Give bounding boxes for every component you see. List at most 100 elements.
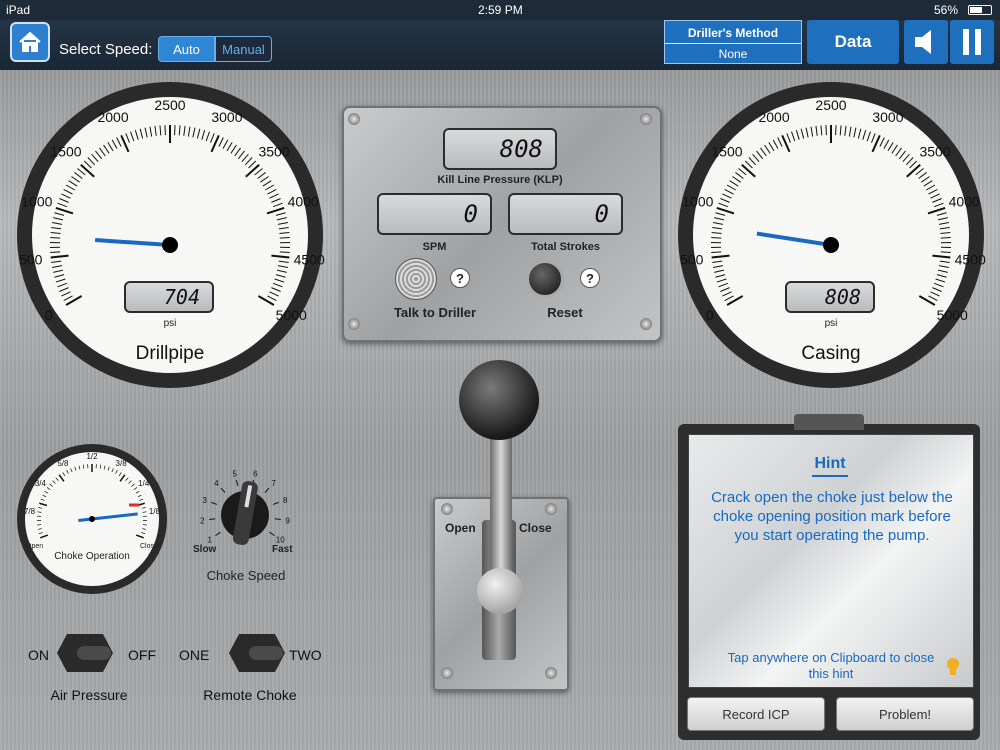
air-pressure-toggle[interactable] <box>55 632 115 674</box>
gauge-tick-label: 2500 <box>154 97 185 113</box>
casing-readout: 808 <box>785 281 875 313</box>
hint-footer: Tap anywhere on Clipboard to close this … <box>727 650 935 681</box>
remote-choke-toggle[interactable] <box>227 632 287 674</box>
choke-tick-label: 1/2 <box>86 452 98 461</box>
gauge-tick-label: 500 <box>19 252 43 268</box>
method-title: Driller's Method <box>665 23 801 44</box>
gauge-tick-label: 3500 <box>258 143 289 159</box>
remote-choke-title: Remote Choke <box>203 687 297 703</box>
speed-tick <box>209 518 216 521</box>
gauge-tick-label: 4500 <box>955 252 986 268</box>
drillpipe-readout: 704 <box>124 281 214 313</box>
gauge-tick-label: 3000 <box>872 109 903 125</box>
gauge-tick-label: 1000 <box>682 194 713 210</box>
spm-label: SPM <box>422 241 447 253</box>
talk-help-button[interactable]: ? <box>450 268 470 288</box>
gauge-tick <box>279 236 290 239</box>
hint-message: Crack open the choke just below the chok… <box>711 489 953 544</box>
strokes-readout: 0 <box>508 193 623 235</box>
choke-tick-label: 5/8 <box>57 459 69 468</box>
reset-button[interactable] <box>526 260 564 298</box>
speed-tick-label: 7 <box>271 479 276 488</box>
gauge-tick <box>711 236 722 239</box>
reset-help-button[interactable]: ? <box>580 268 600 288</box>
screw-icon <box>640 113 652 125</box>
gauge-tick <box>279 251 290 254</box>
klp-label: Kill Line Pressure (KLP) <box>437 174 563 186</box>
device-name: iPad <box>6 3 31 17</box>
remote-two-label: TWO <box>289 647 322 663</box>
screw-icon <box>348 318 360 330</box>
gauge-tick-label: 3000 <box>211 109 242 125</box>
lever-handle[interactable] <box>459 360 539 440</box>
casing-title: Casing <box>801 343 861 364</box>
talk-to-driller-button[interactable] <box>395 258 437 300</box>
pause-icon <box>963 29 981 55</box>
gauge-tick-label: 2500 <box>815 97 846 113</box>
gauge-tick-label: 2000 <box>758 109 789 125</box>
choke-close-label: Close <box>140 543 158 550</box>
gauge-tick-label: 500 <box>680 252 704 268</box>
gauge-tick <box>711 251 722 254</box>
gauge-tick-label: 1000 <box>21 194 52 210</box>
record-icp-button[interactable]: Record ICP <box>687 697 825 731</box>
speed-tick <box>215 531 221 537</box>
choke-tick-label: 1/4 <box>138 479 150 488</box>
gauge-tick-label: 4000 <box>949 194 980 210</box>
speed-tick <box>274 518 281 521</box>
speed-tick <box>264 487 270 493</box>
clock: 2:59 PM <box>478 3 523 17</box>
choke-gauge-title: Choke Operation <box>54 551 130 562</box>
status-bar: iPad 2:59 PM 56% <box>0 0 1000 20</box>
clipboard-clip <box>794 414 864 430</box>
reset-label: Reset <box>547 305 583 320</box>
drillpipe-unit: psi <box>163 318 177 329</box>
drillpipe-title: Drillpipe <box>135 343 205 364</box>
remote-one-label: ONE <box>179 647 210 663</box>
lever-pivot <box>477 568 523 614</box>
gauge-tick <box>940 251 951 254</box>
choke-speed-knob[interactable]: 12345 678910 <box>190 465 300 555</box>
spm-readout: 0 <box>377 193 492 235</box>
speed-tick-label: 6 <box>253 469 258 478</box>
speed-tick-label: 4 <box>214 479 219 488</box>
gauge-tick-label: 5000 <box>276 307 307 323</box>
gauge-tick-label: 2000 <box>97 109 128 125</box>
speed-tick <box>272 501 279 505</box>
screw-icon <box>348 113 360 125</box>
gauge-tick-label: 4500 <box>294 252 325 268</box>
lever-close-label: Close <box>519 521 552 535</box>
pause-button[interactable] <box>950 20 994 64</box>
home-button[interactable] <box>10 22 50 62</box>
slow-label: Slow <box>193 544 217 555</box>
data-button[interactable]: Data <box>807 20 899 64</box>
casing-unit: psi <box>824 318 838 329</box>
speed-tick <box>211 501 218 505</box>
screw-icon <box>545 503 557 515</box>
home-icon <box>19 31 41 52</box>
speed-tick-label: 8 <box>283 496 288 505</box>
gauge-tick <box>940 236 951 239</box>
speed-tick <box>269 531 275 537</box>
speed-manual-button[interactable]: Manual <box>215 36 272 62</box>
speed-tick-label: 9 <box>285 516 290 525</box>
problem-button[interactable]: Problem! <box>836 697 974 731</box>
speed-auto-button[interactable]: Auto <box>158 36 215 62</box>
gauge-tick-label: 0 <box>706 307 714 323</box>
battery-percent: 56% <box>934 3 959 17</box>
screw-icon <box>545 667 557 679</box>
screw-icon <box>441 667 453 679</box>
choke-operation-gauge: 7/8 3/4 5/8 1/2 3/8 1/4 1/8 <box>17 444 167 594</box>
speed-tick <box>235 479 239 486</box>
hint-title: Hint <box>812 455 848 477</box>
method-selector[interactable]: Driller's Method None <box>664 20 802 64</box>
gauge-tick-label: 3500 <box>919 143 950 159</box>
klp-readout: 808 <box>443 128 557 170</box>
sound-button[interactable] <box>904 20 948 64</box>
speed-tick-label: 3 <box>203 496 208 505</box>
speed-tick-label: 2 <box>200 516 205 525</box>
gauge-tick-label: 0 <box>45 307 53 323</box>
screw-icon <box>640 318 652 330</box>
air-off-label: OFF <box>128 647 156 663</box>
air-on-label: ON <box>28 647 49 663</box>
